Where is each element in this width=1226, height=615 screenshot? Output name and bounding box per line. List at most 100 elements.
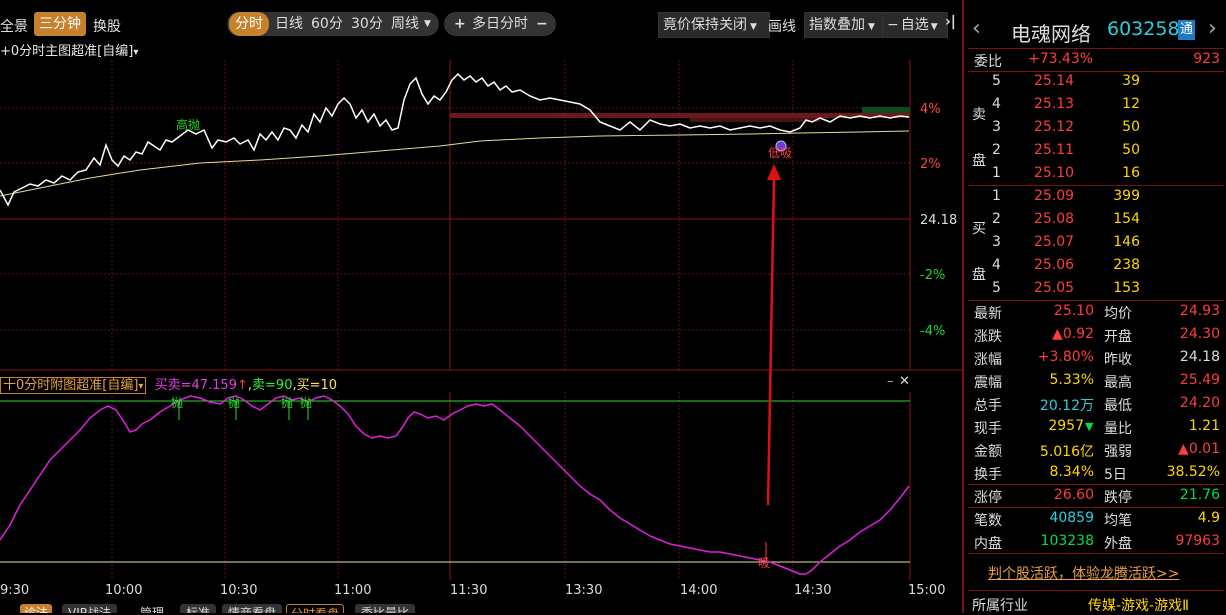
- zhishu-label: 指数叠加: [809, 17, 865, 33]
- weibi-pct: +73.43%: [1028, 51, 1094, 67]
- bid-volume: 238: [1113, 257, 1140, 273]
- promo-link[interactable]: 判个股活跃，体验龙腾活跃>>: [988, 563, 1179, 583]
- quote-value: 26.60: [1053, 487, 1094, 503]
- bid-volume: 154: [1113, 211, 1140, 227]
- ask-level: 4: [992, 96, 1001, 112]
- next-stock-icon[interactable]: ›: [1208, 16, 1217, 41]
- quote-label: 总手: [974, 398, 1002, 414]
- quote-value: 4.9: [1197, 510, 1220, 526]
- quote-label: 昨收: [1104, 352, 1132, 368]
- indicator-grid: [111, 392, 911, 580]
- ask-level: 3: [992, 119, 1001, 135]
- quote-label: 震幅: [974, 375, 1002, 391]
- stock-name: 电魂网络: [1011, 22, 1091, 46]
- time-label-0930: 9:30: [0, 583, 30, 598]
- ask-price: 25.14: [1034, 73, 1075, 89]
- plus-button[interactable]: +: [454, 12, 466, 36]
- quote-label: 涨跌: [974, 329, 1002, 345]
- bid-level: 5: [992, 280, 1001, 296]
- tab-vip[interactable]: VIP战法: [62, 604, 117, 613]
- zixuan-select[interactable]: − 自选 ▼: [882, 12, 948, 38]
- tab-guanli[interactable]: 管理: [140, 604, 164, 613]
- main-chart-title[interactable]: +0分时主图超准[自编]▾: [0, 40, 138, 60]
- tab-qingshang[interactable]: 情商看盘: [222, 604, 283, 613]
- jingjia-select[interactable]: 竟价保持关闭 ▼: [658, 12, 770, 38]
- tab-weibi-liangbi[interactable]: 委比量比: [355, 604, 416, 613]
- sanfenzhong-button[interactable]: 三分钟: [34, 12, 86, 36]
- quote-value: 2957: [1048, 418, 1084, 434]
- tab-fenshi-kanpan[interactable]: 分时看盘: [286, 604, 345, 613]
- quote-value: 25.49: [1179, 372, 1220, 388]
- buy-side-label-2: 盘: [972, 267, 986, 283]
- quote-value: 8.34%: [1049, 464, 1094, 480]
- quote-label: 均价: [1104, 306, 1132, 322]
- quote-label: 外盘: [1104, 536, 1132, 552]
- quote-label: 最新: [974, 306, 1002, 322]
- annotation-arrow: [766, 164, 781, 506]
- duori-button[interactable]: 多日分时: [472, 12, 528, 36]
- quote-value: 103238: [1040, 533, 1094, 549]
- minus-icon: −: [887, 17, 899, 33]
- quote-panel: ‹ 电魂网络 603258 通 › 委比 +73.43% 923 卖盘 5 25…: [962, 0, 1226, 615]
- ask-volume: 12: [1122, 96, 1140, 112]
- jingjia-label: 竟价保持关闭: [663, 17, 747, 33]
- quanjing-button[interactable]: 全景: [0, 16, 28, 36]
- bid-volume: 153: [1113, 280, 1140, 296]
- weibi-label: 委比: [974, 54, 1002, 70]
- time-label-1100: 11:00: [334, 583, 372, 598]
- quote-label: 强弱: [1104, 444, 1132, 460]
- bid-volume: 399: [1113, 188, 1140, 204]
- pao-label-2: 抛: [228, 395, 240, 410]
- sell-side-label-1: 卖: [972, 107, 986, 123]
- huangu-button[interactable]: 换股: [93, 16, 121, 36]
- time-label-1000: 10:00: [105, 583, 143, 598]
- pct-label-neg2: -2%: [920, 268, 945, 283]
- bid-level: 2: [992, 211, 1001, 227]
- prev-stock-icon[interactable]: ‹: [972, 16, 981, 41]
- chevron-down-icon[interactable]: ▼: [424, 12, 431, 36]
- quote-value: 25.10: [1053, 303, 1094, 319]
- bid-volume: 146: [1113, 234, 1140, 250]
- quote-value: 20.12万: [1039, 398, 1094, 414]
- time-axis: 9:30 10:00 10:30 11:00 11:30 13:30 14:00…: [0, 580, 962, 602]
- quote-value: 24.30: [1179, 326, 1220, 342]
- price-chart[interactable]: 高抛 低吸 4% 2% 24.18 -2% -4%: [0, 60, 962, 372]
- pct-label-2: 2%: [920, 157, 941, 172]
- min60-button[interactable]: 60分: [311, 12, 343, 36]
- huaxian-button[interactable]: 画线: [768, 16, 796, 36]
- zhouxian-button[interactable]: 周线: [391, 12, 419, 36]
- pao-label-4: 抛: [300, 395, 312, 410]
- ask-level: 2: [992, 142, 1001, 158]
- quote-label: 内盘: [974, 536, 1002, 552]
- weibi-value: 923: [1193, 51, 1220, 67]
- ask-price: 25.10: [1034, 165, 1075, 181]
- sell-side-label-2: 盘: [972, 153, 986, 169]
- collapse-icon[interactable]: ›|: [945, 14, 956, 30]
- tab-biaozhun[interactable]: 标准: [180, 604, 217, 613]
- zhishu-select[interactable]: 指数叠加 ▼: [804, 12, 888, 38]
- quote-value: 24.18: [1179, 349, 1220, 365]
- tab-zhenfa[interactable]: 诊法: [20, 604, 53, 613]
- minus-button[interactable]: −: [536, 12, 548, 36]
- quote-label: 换手: [974, 467, 1002, 483]
- time-label-1400: 14:00: [680, 583, 718, 598]
- min30-button[interactable]: 30分: [351, 12, 383, 36]
- ask-price: 25.12: [1034, 119, 1075, 135]
- industry-value[interactable]: 传媒-游戏-游戏Ⅱ: [1088, 595, 1189, 615]
- quote-label: 涨幅: [974, 352, 1002, 368]
- quote-label: 现手: [974, 421, 1002, 437]
- quote-value: 24.20: [1179, 395, 1220, 411]
- bid-level: 4: [992, 257, 1001, 273]
- quote-label: 5日: [1104, 467, 1127, 483]
- period-switcher: 分时 日线 60分 30分 周线 ▼: [227, 12, 439, 36]
- rixian-button[interactable]: 日线: [275, 12, 303, 36]
- ask-volume: 16: [1122, 165, 1140, 181]
- indicator-chart[interactable]: 抛 抛 抛 抛 吸: [0, 374, 962, 580]
- quote-value: ▲0.92: [1052, 326, 1094, 342]
- chevron-down-icon: ▾: [133, 47, 139, 58]
- quote-label: 量比: [1104, 421, 1132, 437]
- quote-value: 97963: [1175, 533, 1220, 549]
- pct-label-4: 4%: [920, 102, 941, 117]
- quote-label: 金额: [974, 444, 1002, 460]
- fenshi-button[interactable]: 分时: [229, 12, 269, 36]
